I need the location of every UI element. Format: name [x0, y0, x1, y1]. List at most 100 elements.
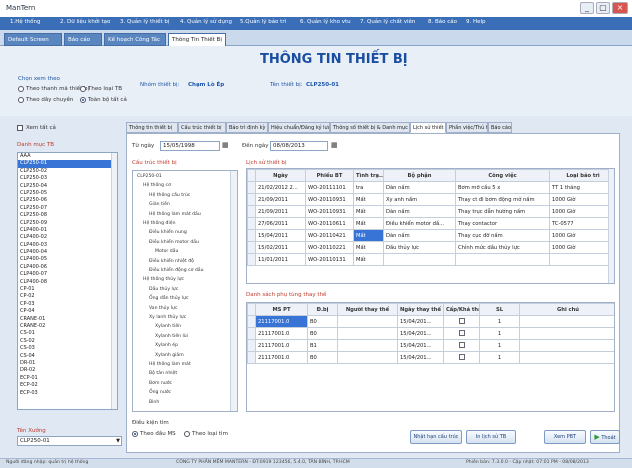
subtab-jobs[interactable]: Phần việc/Thủ tướng [446, 122, 488, 133]
table-row[interactable]: 21/09/2011 WO-20110931 Mất Xy anh nấm Thay c… [247, 193, 614, 206]
list-item[interactable]: AAA [18, 153, 117, 160]
list-item[interactable]: CLP250-08 [18, 212, 117, 219]
parts-grid[interactable]: MS PT Đ.bị Người thay thế Ngày thay thế Cấp/… [246, 302, 615, 412]
table-cell[interactable]: Mất [353, 217, 384, 230]
factory-select[interactable]: CLP250-01 ▼ [17, 436, 122, 446]
tree-node[interactable]: Xy lanh thủy lực [149, 315, 186, 320]
calendar-icon[interactable]: ▦ [331, 141, 338, 149]
table-cell[interactable]: Chỉnh mức dầu thủy lực [455, 241, 550, 254]
table-row[interactable]: 21117001.0 B0 15/04/201... 1 [247, 327, 614, 340]
table-cell[interactable]: WO-20110611 [305, 217, 354, 230]
table-cell[interactable]: tra [353, 181, 384, 194]
table-cell[interactable]: B0 [307, 351, 338, 364]
column-header[interactable]: Tình trạ... [353, 169, 384, 182]
list-item[interactable]: CLP250-02 [18, 168, 117, 175]
history-grid[interactable]: Ngày Phiếu BT Tình trạ... Bộ phận Công việc L… [246, 168, 615, 284]
table-cell[interactable]: 1 [479, 339, 520, 352]
menu-item-usage-mgmt[interactable]: 4. Quản lý sử dụng [180, 19, 232, 25]
table-cell[interactable]: 1000 Giờ [549, 205, 614, 218]
list-item[interactable]: CRANE-01 [18, 316, 117, 323]
tree-node[interactable]: Điều khiển motor dầu [149, 240, 199, 245]
radio-search-by-code[interactable] [132, 431, 138, 437]
maximize-button[interactable]: ▢ [596, 2, 610, 14]
menu-item-staff-mgmt[interactable]: 7. Quản lý chất viên [360, 19, 415, 25]
table-cell[interactable] [443, 315, 480, 328]
list-item[interactable]: ECP-01 [18, 375, 117, 382]
column-header[interactable]: Cấp/Khả thảo [443, 303, 480, 316]
table-cell[interactable]: Thay cục đỡ nấm [455, 229, 550, 242]
table-row[interactable]: 27/06/2011 WO-20110611 Mất Điều khiển motor… [247, 217, 614, 230]
table-cell[interactable]: 21117001.0 [255, 351, 308, 364]
table-cell[interactable] [383, 253, 456, 266]
table-cell[interactable]: Thay trục dẫn hướng nấm [455, 205, 550, 218]
menu-item-init-data[interactable]: 2. Dữ liệu khởi tạo [60, 19, 110, 25]
tree-node[interactable]: Hệ thống làm mát [149, 362, 191, 367]
tab-work-plan[interactable]: Kế hoạch Công Tác [104, 33, 166, 46]
menu-item-help[interactable]: 9. Help [466, 19, 486, 25]
table-cell[interactable]: B0 [307, 327, 338, 340]
table-cell[interactable]: Dàn nấm [383, 205, 456, 218]
list-item[interactable]: DR-02 [18, 367, 117, 374]
list-item[interactable]: CS-03 [18, 345, 117, 352]
tree-node[interactable]: Điều khiển nung [149, 230, 187, 235]
tab-device-info[interactable]: Thông Tin Thiết Bị [168, 33, 226, 46]
table-cell[interactable] [337, 315, 398, 328]
table-cell[interactable]: 11/01/2011 [255, 253, 306, 266]
table-cell[interactable]: Dàn nấm [383, 229, 456, 242]
table-cell[interactable]: Mất [353, 253, 384, 266]
table-cell[interactable]: Thay ct đi bơm động mở nấm [455, 193, 550, 206]
update-structure-button[interactable]: Nhật hạn cấu trúc [410, 430, 462, 444]
table-cell[interactable]: WO-20110931 [305, 205, 354, 218]
subtab-structure[interactable]: Cấu trúc thiết bị [178, 122, 226, 133]
exit-button[interactable]: ▶ Thoát [590, 430, 620, 444]
list-item[interactable]: CRANE-02 [18, 323, 117, 330]
menu-item-device-mgmt[interactable]: 3. Quản lý thiết bị [120, 19, 169, 25]
tree-node[interactable]: Bộ tản nhiệt [149, 371, 177, 376]
list-item[interactable]: CLP250-03 [18, 175, 117, 182]
subtab-device-info[interactable]: Thông tin thiết bị [126, 122, 178, 133]
table-cell[interactable]: Mất [353, 193, 384, 206]
table-cell[interactable]: 1 [479, 351, 520, 364]
table-cell[interactable]: Điều khiển motor dầ... [383, 217, 456, 230]
radio-by-line[interactable] [18, 97, 24, 103]
table-cell[interactable] [519, 327, 614, 340]
tree-node[interactable]: Motor dầu [155, 249, 178, 254]
tree-node[interactable]: Giàn tiến [149, 202, 170, 207]
table-row[interactable]: 21117001.0 B0 15/04/201... 1 [247, 351, 614, 364]
checkbox[interactable] [458, 318, 465, 325]
table-cell[interactable]: 15/04/201... [397, 327, 444, 340]
tree-node[interactable]: Xylanh tiến [155, 324, 181, 329]
list-item[interactable]: CS-01 [18, 330, 117, 337]
tree-node[interactable]: Xylanh tiến lùi [155, 334, 188, 339]
view-work-order-button[interactable]: Xem PBT [544, 430, 586, 444]
list-item[interactable]: CLP250-01 [18, 160, 117, 168]
table-cell[interactable]: 21/09/2011 [255, 193, 306, 206]
tab-reports[interactable]: Báo cáo [64, 33, 102, 46]
checkbox[interactable] [458, 330, 465, 337]
subtab-history[interactable]: Lịch sử thiết bị [410, 122, 446, 133]
table-cell[interactable] [519, 315, 614, 328]
tree-node[interactable]: Van thủy lực [149, 306, 178, 311]
list-item[interactable]: ECP-02 [18, 382, 117, 389]
table-cell[interactable]: WO-20110131 [305, 253, 354, 266]
structure-tree[interactable]: CLP250-01 Hệ thống cơ Hệ thống cấu trúc Già… [132, 170, 238, 412]
table-row[interactable]: 21117001.0 B0 15/04/201... 1 [247, 315, 614, 328]
tree-node[interactable]: Xylanh giảm [155, 353, 184, 358]
table-cell[interactable]: 15/04/201... [397, 339, 444, 352]
from-date-input[interactable]: 15/05/1998 [160, 141, 220, 151]
list-item[interactable]: CP-01 [18, 286, 117, 293]
table-cell[interactable]: 1000 Giờ [549, 229, 614, 242]
table-cell[interactable] [455, 253, 550, 266]
menu-item-system[interactable]: 1.Hệ thống [10, 19, 41, 25]
column-header[interactable]: Ngày [255, 169, 306, 182]
table-row[interactable]: 21117001.0 B1 15/04/201... 1 [247, 339, 614, 352]
column-header[interactable]: Phiếu BT [305, 169, 354, 182]
table-cell[interactable]: Thay contactor [455, 217, 550, 230]
list-item[interactable]: CLP400-05 [18, 256, 117, 263]
list-item[interactable]: CP-03 [18, 301, 117, 308]
list-item[interactable]: CLP250-05 [18, 190, 117, 197]
subtab-parameters[interactable]: Thông số thiết bị & Danh mục kiểm tra [330, 122, 410, 133]
history-scrollbar[interactable] [608, 169, 614, 283]
print-history-button[interactable]: In lịch sử TB [466, 430, 516, 444]
table-cell[interactable]: TT 1 tháng [549, 181, 614, 194]
